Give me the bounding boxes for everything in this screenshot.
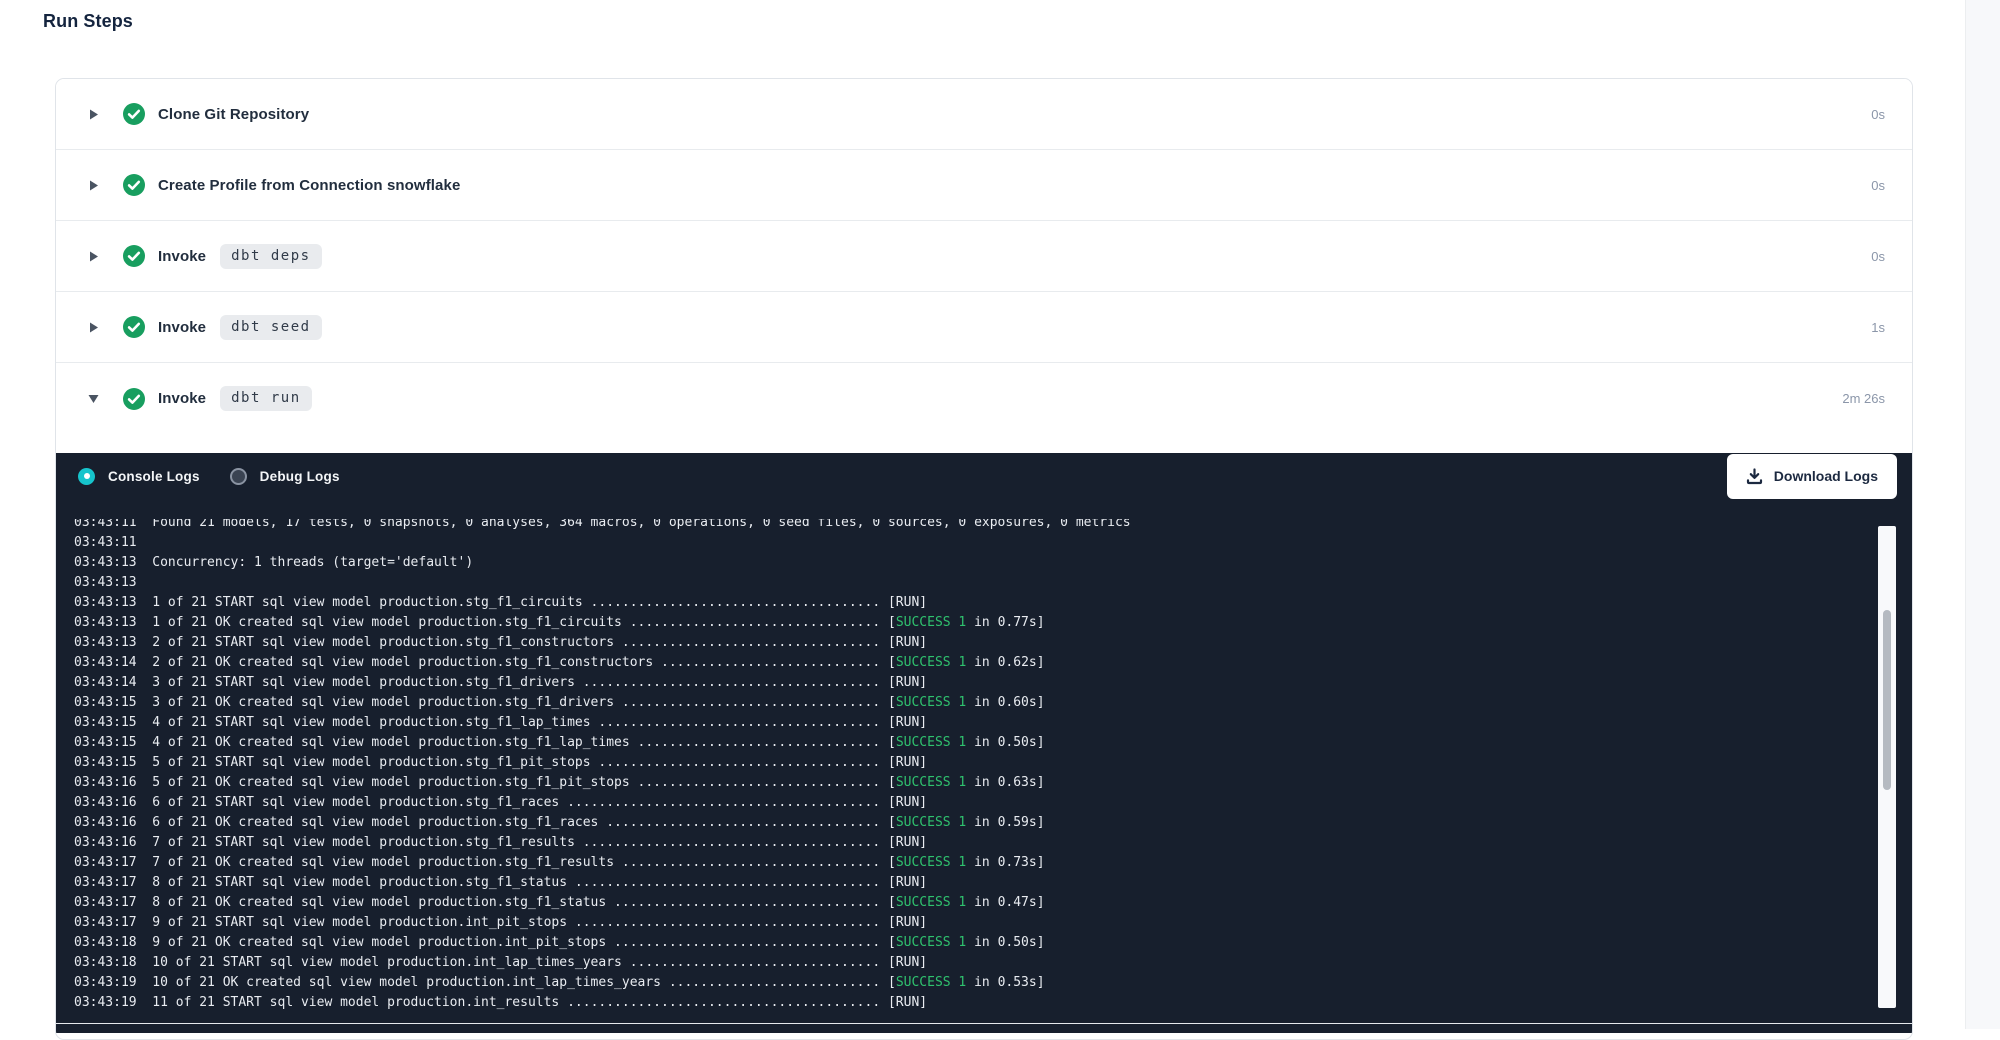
- log-line: 03:43:15 4 of 21 OK created sql view mod…: [74, 733, 1884, 753]
- log-line: 03:43:15 3 of 21 OK created sql view mod…: [74, 693, 1884, 713]
- log-scrollbar-thumb[interactable]: [1883, 610, 1891, 790]
- run-steps-card: Clone Git Repository 0s Create Profile f…: [55, 78, 1913, 1040]
- log-line: 03:43:11: [74, 533, 1884, 553]
- expand-caret-icon[interactable]: [87, 392, 100, 405]
- run-step-row-clone-git-repository[interactable]: Clone Git Repository 0s: [56, 79, 1912, 150]
- card-divider: [56, 1023, 1912, 1024]
- download-icon: [1746, 468, 1763, 485]
- log-tab-console-logs[interactable]: Console Logs: [78, 468, 200, 485]
- expand-caret-icon[interactable]: [87, 321, 100, 334]
- log-line: 03:43:19 11 of 21 START sql view model p…: [74, 993, 1884, 1013]
- download-logs-button[interactable]: Download Logs: [1727, 454, 1897, 499]
- step-command-chip: dbt seed: [220, 315, 321, 340]
- step-command-chip: dbt deps: [220, 244, 321, 269]
- step-duration: 0s: [1871, 107, 1912, 122]
- console-log-output[interactable]: 03:43:11 Found 21 models, 17 tests, 0 sn…: [74, 519, 1884, 1025]
- expand-caret-icon[interactable]: [87, 108, 100, 121]
- log-line: 03:43:13: [74, 573, 1884, 593]
- log-line: 03:43:16 7 of 21 START sql view model pr…: [74, 833, 1884, 853]
- log-tab-debug-logs[interactable]: Debug Logs: [230, 468, 340, 485]
- log-line: 03:43:16 6 of 21 OK created sql view mod…: [74, 813, 1884, 833]
- log-line: 03:43:19 10 of 21 OK created sql view mo…: [74, 973, 1884, 993]
- log-tab-label: Console Logs: [108, 469, 200, 484]
- log-panel-header: Console Logs Debug Logs Download Logs: [78, 453, 1897, 499]
- radio-icon: [78, 468, 95, 485]
- step-label: Invoke: [158, 319, 206, 336]
- download-logs-label: Download Logs: [1774, 468, 1878, 484]
- run-steps-list: Clone Git Repository 0s Create Profile f…: [56, 79, 1912, 434]
- log-panel: Console Logs Debug Logs Download Logs 03…: [56, 453, 1912, 1033]
- log-line: 03:43:17 8 of 21 START sql view model pr…: [74, 873, 1884, 893]
- run-step-row-invoke-dbt-seed[interactable]: Invoke dbt seed 1s: [56, 292, 1912, 363]
- step-duration: 0s: [1871, 178, 1912, 193]
- log-line: 03:43:17 8 of 21 OK created sql view mod…: [74, 893, 1884, 913]
- log-line: 03:43:15 4 of 21 START sql view model pr…: [74, 713, 1884, 733]
- log-line: 03:43:14 3 of 21 START sql view model pr…: [74, 673, 1884, 693]
- run-step-row-invoke-dbt-run[interactable]: Invoke dbt run 2m 26s: [56, 363, 1912, 434]
- expand-caret-icon[interactable]: [87, 179, 100, 192]
- step-label: Invoke: [158, 248, 206, 265]
- log-tabs: Console Logs Debug Logs: [78, 468, 340, 485]
- success-check-icon: [123, 316, 145, 338]
- log-line: 03:43:17 9 of 21 START sql view model pr…: [74, 913, 1884, 933]
- log-line: 03:43:16 6 of 21 START sql view model pr…: [74, 793, 1884, 813]
- log-line: 03:43:13 2 of 21 START sql view model pr…: [74, 633, 1884, 653]
- step-label: Clone Git Repository: [158, 106, 309, 123]
- step-label: Create Profile from Connection snowflake: [158, 177, 460, 194]
- log-line: 03:43:17 7 of 21 OK created sql view mod…: [74, 853, 1884, 873]
- log-line: 03:43:15 5 of 21 START sql view model pr…: [74, 753, 1884, 773]
- run-step-row-create-profile-from-connection-snowflake[interactable]: Create Profile from Connection snowflake…: [56, 150, 1912, 221]
- page-title: Run Steps: [43, 11, 133, 32]
- log-line: 03:43:14 2 of 21 OK created sql view mod…: [74, 653, 1884, 673]
- success-check-icon: [123, 174, 145, 196]
- success-check-icon: [123, 103, 145, 125]
- step-label: Invoke: [158, 390, 206, 407]
- log-scrollbar[interactable]: [1878, 526, 1896, 1008]
- expand-caret-icon[interactable]: [87, 250, 100, 263]
- step-duration: 2m 26s: [1842, 391, 1912, 406]
- log-line: 03:43:18 10 of 21 START sql view model p…: [74, 953, 1884, 973]
- log-tab-label: Debug Logs: [260, 469, 340, 484]
- step-duration: 1s: [1871, 320, 1912, 335]
- log-line: 03:43:16 5 of 21 OK created sql view mod…: [74, 773, 1884, 793]
- log-line: 03:43:13 1 of 21 OK created sql view mod…: [74, 613, 1884, 633]
- success-check-icon: [123, 388, 145, 410]
- run-step-row-invoke-dbt-deps[interactable]: Invoke dbt deps 0s: [56, 221, 1912, 292]
- step-command-chip: dbt run: [220, 386, 312, 411]
- log-line: 03:43:18 9 of 21 OK created sql view mod…: [74, 933, 1884, 953]
- log-line: 03:43:13 1 of 21 START sql view model pr…: [74, 593, 1884, 613]
- log-line: 03:43:11 Found 21 models, 17 tests, 0 sn…: [74, 519, 1884, 533]
- success-check-icon: [123, 245, 145, 267]
- step-duration: 0s: [1871, 249, 1912, 264]
- log-line: 03:43:13 Concurrency: 1 threads (target=…: [74, 553, 1884, 573]
- page-right-gutter: [1965, 0, 2000, 1029]
- radio-icon: [230, 468, 247, 485]
